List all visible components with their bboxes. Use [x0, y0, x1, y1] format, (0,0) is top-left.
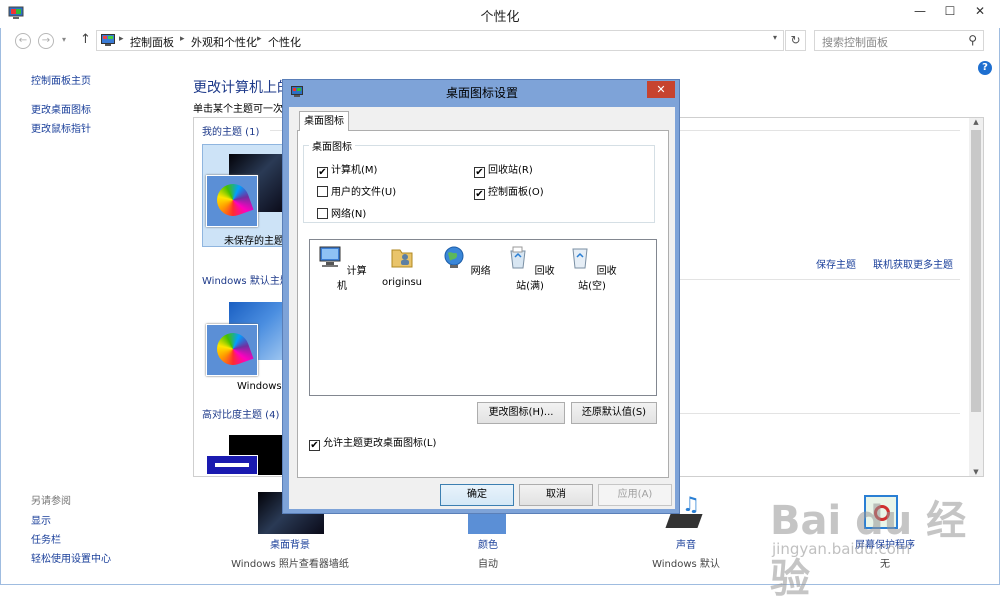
dialog-title: 桌面图标设置: [445, 86, 518, 100]
themes-scrollbar[interactable]: ▲ ▼: [969, 118, 983, 476]
color-palette-icon: [206, 324, 258, 376]
scrollbar-thumb[interactable]: [971, 130, 981, 412]
list-item-user-folder[interactable]: originsu: [376, 244, 428, 288]
breadcrumb-appearance[interactable]: 外观和个性化: [191, 34, 257, 50]
refresh-icon[interactable]: ↻: [785, 30, 806, 51]
restore-default-button[interactable]: 还原默认值(S): [571, 402, 657, 424]
computer-icon: [319, 246, 341, 267]
network-globe-icon: [444, 246, 464, 268]
recycle-bin-full-icon: [510, 246, 526, 269]
scroll-down-icon[interactable]: ▼: [969, 468, 983, 476]
theme-windows-label: Windows: [237, 381, 282, 392]
checkbox-user-files-label: 用户的文件(U): [331, 187, 397, 198]
maximize-button[interactable]: ☐: [935, 0, 965, 22]
up-arrow-icon[interactable]: ↑: [80, 32, 91, 47]
save-theme-link[interactable]: 保存主题: [816, 256, 856, 271]
sound-label: 声音: [676, 540, 696, 551]
checkbox-user-files-box[interactable]: [317, 186, 328, 197]
checkbox-allow-themes-label: 允许主题更改桌面图标(L): [323, 438, 437, 449]
list-item-computer[interactable]: 计算机: [316, 244, 368, 292]
address-bar[interactable]: ▸ 控制面板 ▸ 外观和个性化 ▸ 个性化: [96, 30, 784, 51]
window-title: 个性化: [480, 10, 520, 25]
scroll-up-icon[interactable]: ▲: [969, 118, 983, 126]
checkbox-network-label: 网络(N): [331, 209, 367, 220]
checkbox-control-panel[interactable]: ✔ 控制面板(O): [474, 183, 544, 200]
user-folder-icon: [391, 249, 413, 268]
search-icon[interactable]: ⚲: [968, 33, 977, 47]
color-setting[interactable]: 颜色 自动: [448, 536, 528, 570]
breadcrumb-separator-icon: ▸: [119, 34, 124, 44]
checkbox-control-panel-label: 控制面板(O): [488, 187, 544, 198]
sidebar-item-mouse-pointer[interactable]: 更改鼠标指针: [31, 120, 91, 135]
theme-unsaved-label: 未保存的主题: [224, 236, 284, 247]
see-also-taskbar[interactable]: 任务栏: [31, 531, 61, 546]
checkbox-network[interactable]: 网络(N): [317, 205, 366, 220]
see-also-heading: 另请参阅: [31, 496, 71, 507]
color-value: 自动: [478, 559, 498, 570]
change-icon-button[interactable]: 更改图标(H)...: [477, 402, 565, 424]
checkbox-computer-box[interactable]: ✔: [317, 167, 328, 178]
tab-desktop-icons[interactable]: 桌面图标: [299, 111, 349, 131]
list-item-label: 网络: [470, 266, 491, 277]
color-palette-icon: [206, 175, 258, 227]
search-placeholder: 搜索控制面板: [822, 36, 888, 49]
title-bar[interactable]: 个性化 — ☐ ✕: [0, 0, 1000, 28]
checkbox-allow-themes[interactable]: ✔ 允许主题更改桌面图标(L): [309, 434, 436, 451]
forward-arrow-icon[interactable]: →: [38, 33, 54, 49]
group-my-themes: 我的主题 (1): [202, 127, 260, 138]
checkbox-recycle-bin-label: 回收站(R): [488, 165, 533, 176]
list-item-network[interactable]: 网络: [440, 244, 492, 277]
list-item-recycle-bin-full[interactable]: 回收站(满): [504, 244, 556, 292]
see-also-display[interactable]: 显示: [31, 512, 51, 527]
recycle-bin-empty-icon: [572, 248, 588, 269]
dialog-client: 桌面图标 桌面图标 ✔ 计算机(M) ✔ 回收站(R) 用户的文件(U) ✔ 控制面板…: [289, 107, 675, 509]
checkbox-allow-themes-box[interactable]: ✔: [309, 440, 320, 451]
sound-setting[interactable]: 声音 Windows 默认: [646, 536, 726, 570]
address-dropdown-chevron-icon[interactable]: ▾: [773, 33, 777, 42]
checkbox-network-box[interactable]: [317, 208, 328, 219]
checkbox-recycle-bin-box[interactable]: ✔: [474, 167, 485, 178]
group-windows-default: Windows 默认主题: [202, 276, 290, 287]
desktop-icon-settings-dialog[interactable]: 桌面图标设置 ✕ 桌面图标 桌面图标 ✔ 计算机(M) ✔ 回收站(R) 用户的文件…: [282, 79, 680, 514]
breadcrumb-control-panel[interactable]: 控制面板: [130, 34, 174, 50]
sidebar-home-link[interactable]: 控制面板主页: [31, 72, 91, 87]
breadcrumb-separator-icon: ▸: [180, 34, 185, 44]
color-label: 颜色: [478, 540, 498, 551]
desktop-background-value: Windows 照片查看器墙纸: [231, 559, 349, 570]
minimize-button[interactable]: —: [905, 0, 935, 22]
desktop-icon-list[interactable]: 计算机 originsu 网络 回收站(满) 回收站(空): [309, 239, 657, 396]
help-icon[interactable]: ?: [978, 61, 992, 75]
apply-button[interactable]: 应用(A): [598, 484, 672, 506]
checkbox-computer[interactable]: ✔ 计算机(M): [317, 161, 377, 178]
back-arrow-icon[interactable]: ←: [15, 33, 31, 49]
control-panel-icon: [101, 34, 115, 46]
breadcrumb-separator-icon: ▸: [257, 34, 262, 44]
dialog-close-button[interactable]: ✕: [647, 81, 675, 98]
cancel-button[interactable]: 取消: [519, 484, 593, 506]
checkbox-computer-label: 计算机(M): [331, 165, 378, 176]
checkbox-recycle-bin[interactable]: ✔ 回收站(R): [474, 161, 533, 178]
get-more-themes-link[interactable]: 联机获取更多主题: [873, 256, 953, 271]
desktop-background-setting[interactable]: 桌面背景 Windows 照片查看器墙纸: [220, 536, 360, 570]
search-input[interactable]: 搜索控制面板 ⚲: [814, 30, 984, 51]
list-item-recycle-bin-empty[interactable]: 回收站(空): [566, 244, 618, 292]
close-button[interactable]: ✕: [962, 0, 998, 22]
checkbox-user-files[interactable]: 用户的文件(U): [317, 183, 396, 198]
breadcrumb-personalization[interactable]: 个性化: [268, 34, 301, 50]
navigation-bar: ← → ▾ ↑ ▸ 控制面板 ▸ 外观和个性化 ▸ 个性化 ▾ ↻ 搜索控制面板…: [0, 28, 1000, 54]
desktop-icons-group-title: 桌面图标: [309, 138, 355, 153]
sidebar-item-desktop-icons[interactable]: 更改桌面图标: [31, 101, 91, 116]
list-item-label: originsu: [381, 277, 423, 288]
see-also-ease-of-access[interactable]: 轻松使用设置中心: [31, 550, 111, 565]
checkbox-control-panel-box[interactable]: ✔: [474, 189, 485, 200]
recent-pages-chevron-icon[interactable]: ▾: [62, 35, 66, 44]
baidu-watermark: Bai du 经验 jingyan.baidu.com: [770, 488, 970, 602]
page-subtitle: 单击某个主题可一次: [193, 104, 283, 115]
ok-button[interactable]: 确定: [440, 484, 514, 506]
desktop-background-label: 桌面背景: [270, 540, 310, 551]
sound-value: Windows 默认: [652, 559, 720, 570]
high-contrast-swatch: [206, 455, 258, 475]
watermark-sub: jingyan.baidu.com: [772, 540, 911, 558]
group-high-contrast: 高对比度主题 (4): [202, 410, 280, 421]
